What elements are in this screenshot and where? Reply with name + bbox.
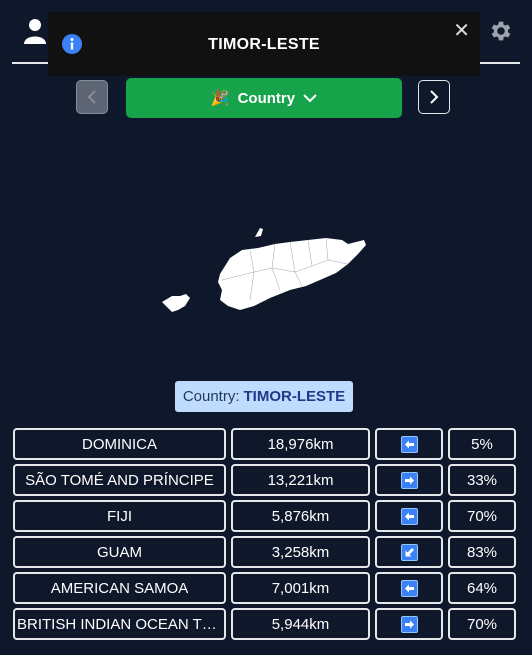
- guess-distance: 7,001km: [231, 572, 370, 604]
- guess-row: BRITISH INDIAN OCEAN TE... 5,944km 70%: [13, 608, 516, 640]
- answer-name: TIMOR-LESTE: [243, 388, 346, 405]
- arrow-right-icon: [400, 471, 418, 489]
- guess-list: DOMINICA 18,976km 5% SÃO TOMÉ AND PRÍNCI…: [13, 428, 516, 644]
- guess-direction: [375, 500, 443, 532]
- guess-row: AMERICAN SAMOA 7,001km 64%: [13, 572, 516, 604]
- mode-select-button[interactable]: 🎉 Country: [126, 78, 402, 118]
- guess-row: SÃO TOMÉ AND PRÍNCIPE 13,221km 33%: [13, 464, 516, 496]
- guess-direction: [375, 572, 443, 604]
- guess-proximity: 70%: [448, 500, 516, 532]
- guess-direction: [375, 536, 443, 568]
- arrow-down-left-icon: [400, 543, 418, 561]
- guess-row: GUAM 3,258km 83%: [13, 536, 516, 568]
- arrow-left-icon: [400, 579, 418, 597]
- arrow-left-icon: [400, 435, 418, 453]
- guess-proximity: 33%: [448, 464, 516, 496]
- guess-proximity: 70%: [448, 608, 516, 640]
- close-icon[interactable]: ✕: [453, 18, 470, 43]
- next-button[interactable]: [418, 80, 450, 114]
- arrow-right-icon: [400, 615, 418, 633]
- guess-country: GUAM: [13, 536, 226, 568]
- answer-badge: Country: TIMOR-LESTE: [175, 381, 353, 412]
- guess-country: DOMINICA: [13, 428, 226, 460]
- previous-button[interactable]: [76, 80, 108, 114]
- chevron-right-icon: [430, 90, 439, 104]
- guess-country: AMERICAN SAMOA: [13, 572, 226, 604]
- answer-prefix: Country:: [182, 388, 240, 405]
- chevron-down-icon: [303, 94, 317, 103]
- toast-title: TIMOR-LESTE: [208, 36, 320, 53]
- guess-proximity: 64%: [448, 572, 516, 604]
- country-shape-map: [162, 228, 366, 312]
- guess-direction: [375, 464, 443, 496]
- guess-row: DOMINICA 18,976km 5%: [13, 428, 516, 460]
- user-icon[interactable]: [24, 18, 46, 44]
- guess-distance: 13,221km: [231, 464, 370, 496]
- toast-notification: TIMOR-LESTE ✕: [48, 12, 480, 76]
- guess-distance: 3,258km: [231, 536, 370, 568]
- guess-distance: 5,944km: [231, 608, 370, 640]
- mode-label: Country: [237, 89, 296, 107]
- guess-row: FIJI 5,876km 70%: [13, 500, 516, 532]
- guess-country: FIJI: [13, 500, 226, 532]
- guess-distance: 18,976km: [231, 428, 370, 460]
- guess-proximity: 5%: [448, 428, 516, 460]
- arrow-left-icon: [400, 507, 418, 525]
- chevron-left-icon: [87, 90, 96, 104]
- guess-direction: [375, 428, 443, 460]
- gear-icon[interactable]: [488, 18, 514, 44]
- guess-proximity: 83%: [448, 536, 516, 568]
- guess-distance: 5,876km: [231, 500, 370, 532]
- guess-country: BRITISH INDIAN OCEAN TE...: [13, 608, 226, 640]
- guess-direction: [375, 608, 443, 640]
- party-icon: 🎉: [210, 90, 230, 107]
- guess-country: SÃO TOMÉ AND PRÍNCIPE: [13, 464, 226, 496]
